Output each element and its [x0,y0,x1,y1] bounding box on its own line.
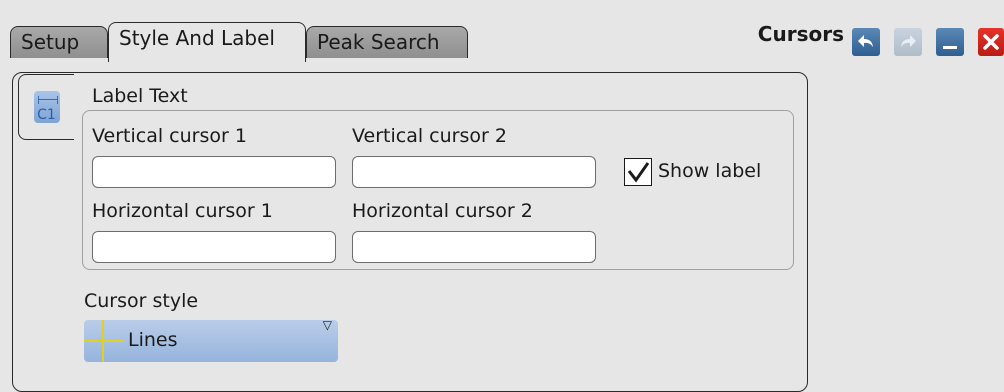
crosshair-lines-icon [84,320,124,362]
undo-button[interactable] [852,28,880,56]
cursor-style-value: Lines [128,329,178,351]
tab-setup[interactable]: Setup [10,26,108,58]
horizontal-cursor-1-input[interactable] [92,231,336,263]
vertical-cursor-1-input[interactable] [92,156,336,188]
minimize-button[interactable] [936,28,964,56]
tab-label: Style And Label [119,26,275,50]
dropdown-arrow-icon: ▽ [322,318,332,332]
tab-label: Peak Search [317,30,440,54]
tab-style-and-label[interactable]: Style And Label [108,22,306,62]
cursor-style-dropdown[interactable]: Lines ▽ [84,318,338,362]
vertical-cursor-2-input[interactable] [352,156,596,188]
side-tab-label: C1 [37,107,56,123]
tab-label: Setup [21,30,80,54]
close-icon [983,34,999,50]
undo-icon [858,35,873,47]
tab-peak-search[interactable]: Peak Search [306,26,468,58]
cursor-c1-icon: C1 [33,91,60,123]
side-tab-c1[interactable]: C1 [18,74,74,140]
show-label-text: Show label [658,160,762,182]
redo-icon [901,35,916,47]
show-label-checkbox[interactable] [624,158,652,186]
vertical-cursor-1-label: Vertical cursor 1 [92,125,247,147]
horizontal-cursor-2-label: Horizontal cursor 2 [352,200,533,222]
minimize-icon [943,46,957,49]
close-button[interactable] [978,28,1004,56]
vertical-cursor-2-label: Vertical cursor 2 [352,125,507,147]
checkmark-icon [627,162,649,183]
cursor-style-label: Cursor style [84,290,199,312]
label-text-heading: Label Text [92,85,188,107]
redo-button[interactable] [894,28,922,56]
horizontal-cursor-1-label: Horizontal cursor 1 [92,200,273,222]
horizontal-cursor-2-input[interactable] [352,231,596,263]
dialog-title: Cursors [757,22,844,46]
